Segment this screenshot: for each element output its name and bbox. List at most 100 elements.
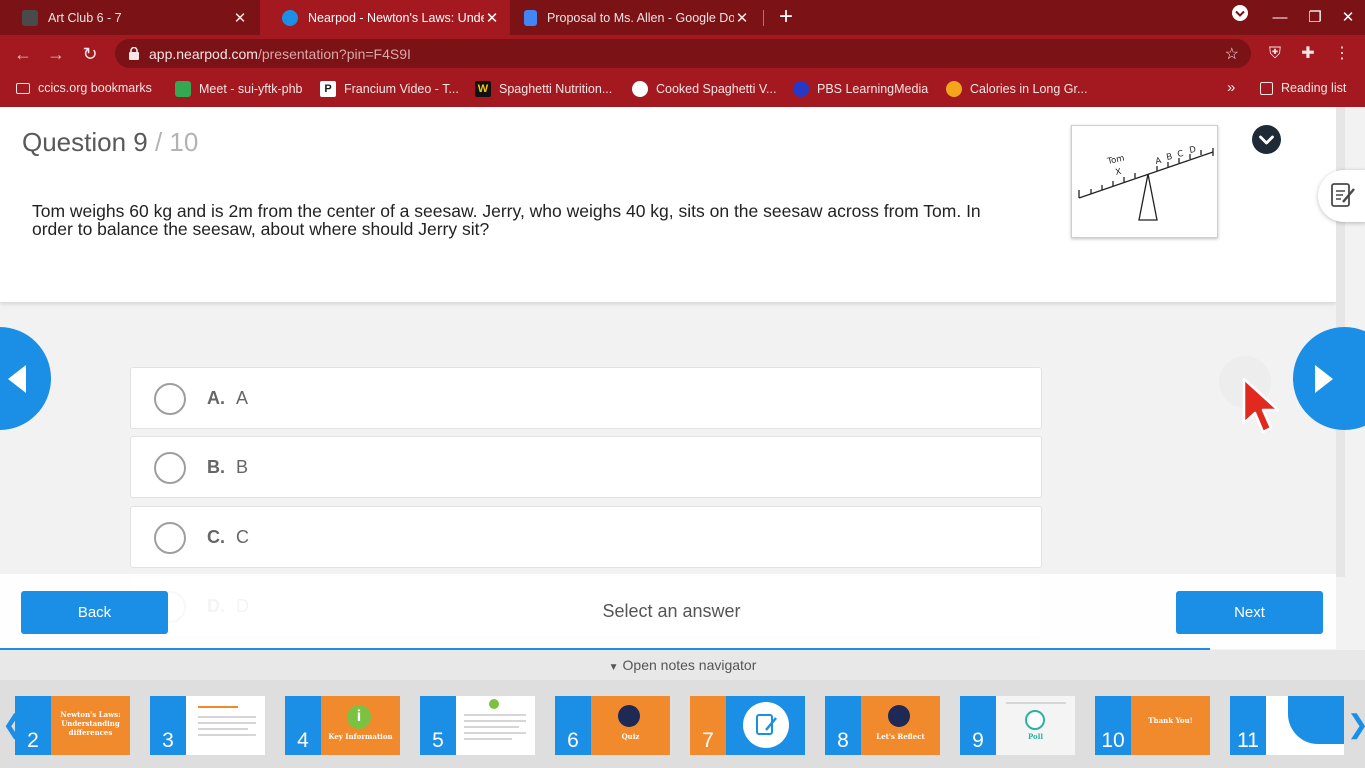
slide-number: 8 <box>837 729 849 752</box>
bookmark-label: PBS LearningMedia <box>817 82 929 96</box>
slide-thumbnail-8[interactable]: 8 Let's Reflect <box>825 696 940 755</box>
food-icon <box>946 81 962 97</box>
bookmark-star-icon[interactable]: ☆ <box>1225 44 1239 64</box>
slide-thumbnail-11[interactable]: 11 <box>1230 696 1344 755</box>
bookmark-francium[interactable]: P Francium Video - T... <box>320 81 459 97</box>
w-logo-icon: W <box>475 81 491 97</box>
slide-title: Newton's Laws: Understanding differences <box>60 710 121 737</box>
bookmark-spaghetti-nutrition[interactable]: W Spaghetti Nutrition... <box>475 81 612 97</box>
caret-down-icon: ▼ <box>608 662 619 673</box>
tab-separator <box>763 10 764 26</box>
slide-number: 7 <box>702 729 714 752</box>
bookmark-label: Francium Video - T... <box>344 82 459 96</box>
slide-number: 9 <box>972 729 984 752</box>
slide-number: 2 <box>27 729 39 752</box>
p-logo-icon: P <box>320 81 336 97</box>
bookmark-pbs[interactable]: PBS LearningMedia <box>793 81 928 97</box>
tab-strip: Art Club 6 - 7 ✕ Nearpod - Newton's Laws… <box>0 0 1365 35</box>
classroom-icon <box>22 9 38 26</box>
bookmark-label: ccics.org bookmarks <box>38 81 152 95</box>
bookmarks-overflow-button[interactable]: » <box>1227 79 1235 96</box>
mouse-cursor-icon <box>1242 377 1280 434</box>
triangle-left-icon <box>8 365 26 393</box>
strip-right-arrow-icon[interactable]: ❯ <box>1347 709 1365 740</box>
globe-icon <box>632 81 648 97</box>
close-tab-icon[interactable]: ✕ <box>232 9 248 27</box>
slide-thumbnail-strip: ❮ 2 Newton's Laws: Understanding differe… <box>0 680 1365 768</box>
slide-title: Thank You! <box>1148 716 1193 725</box>
slide-thumbnail-6[interactable]: 6 Quiz <box>555 696 670 755</box>
tab-title: Art Club 6 - 7 <box>48 10 122 25</box>
tab-title: Nearpod - Newton's Laws: Under <box>308 10 484 25</box>
notes-button[interactable] <box>1318 170 1365 222</box>
slide-thumbnail-4[interactable]: 4 i Key Information <box>285 696 400 755</box>
back-arrow-icon[interactable]: ← <box>10 41 36 67</box>
google-docs-icon <box>524 9 537 26</box>
slide-thumbnail-7-current[interactable]: 7 <box>690 696 805 755</box>
next-slide-button[interactable] <box>1293 327 1365 430</box>
forward-arrow-icon[interactable]: → <box>43 41 69 67</box>
quiz-icon <box>618 705 640 727</box>
pbs-icon <box>793 81 809 97</box>
bookmark-meet[interactable]: Meet - sui-yftk-phb <box>175 81 303 97</box>
nearpod-icon <box>282 9 298 26</box>
bookmark-label: Meet - sui-yftk-phb <box>199 82 303 96</box>
slide-thumbnail-2[interactable]: 2 Newton's Laws: Understanding differenc… <box>15 696 130 755</box>
shield-extension-icon[interactable]: ⛨ <box>1264 43 1286 65</box>
slide-title: Let's Reflect <box>876 732 925 741</box>
bookmark-label: Calories in Long Gr... <box>970 82 1088 96</box>
slide-thumbnail-9[interactable]: 9 Poll <box>960 696 1075 755</box>
option-letter: C. <box>207 527 225 547</box>
slide-title: Poll <box>1027 732 1044 741</box>
radio-button[interactable] <box>154 522 186 554</box>
slide-number: 11 <box>1237 729 1259 752</box>
lock-icon <box>129 47 139 60</box>
option-letter: B. <box>207 457 225 477</box>
bookmark-calories[interactable]: Calories in Long Gr... <box>946 81 1087 97</box>
slide-thumbnail-5[interactable]: 5 <box>420 696 535 755</box>
tom-label: Tom <box>1106 154 1126 168</box>
question-total: / 10 <box>154 127 199 157</box>
collapse-question-button[interactable] <box>1252 125 1281 154</box>
extensions-puzzle-icon[interactable]: ✚ <box>1297 43 1319 65</box>
slide-thumbnail-3[interactable]: 3 <box>150 696 265 755</box>
answer-footer: Back Select an answer Next <box>0 574 1336 649</box>
tab-nearpod[interactable]: Nearpod - Newton's Laws: Under ✕ <box>260 0 510 35</box>
tab-search-icon[interactable] <box>1223 0 1257 35</box>
reading-list-button[interactable]: Reading list <box>1260 81 1346 95</box>
back-button[interactable]: Back <box>21 591 168 634</box>
reload-icon[interactable]: ↻ <box>77 41 103 67</box>
answer-option-b[interactable]: B. B <box>130 436 1042 498</box>
radio-button[interactable] <box>154 452 186 484</box>
answer-option-c[interactable]: C. C <box>130 506 1042 568</box>
new-tab-button[interactable]: + <box>775 3 797 31</box>
browser-toolbar: ← → ↻ app.nearpod.com/presentation?pin=F… <box>0 35 1365 72</box>
close-tab-icon[interactable]: ✕ <box>734 9 750 27</box>
close-window-icon[interactable]: ✕ <box>1331 0 1365 35</box>
tab-google-docs[interactable]: Proposal to Ms. Allen - Google Do ✕ <box>510 0 760 35</box>
previous-slide-button[interactable] <box>0 327 51 430</box>
bookmark-cooked-spaghetti[interactable]: Cooked Spaghetti V... <box>632 81 776 97</box>
bookmark-label: Spaghetti Nutrition... <box>499 82 613 96</box>
next-button[interactable]: Next <box>1176 591 1323 634</box>
b-label: B <box>1166 152 1174 163</box>
x-label: X <box>1115 167 1123 178</box>
info-icon: i <box>347 705 371 729</box>
radio-button[interactable] <box>154 383 186 415</box>
menu-kebab-icon[interactable]: ⋮ <box>1331 43 1353 65</box>
close-tab-icon[interactable]: ✕ <box>484 9 500 27</box>
slide-number: 5 <box>432 729 444 752</box>
tab-title: Proposal to Ms. Allen - Google Do <box>547 10 734 25</box>
restore-icon[interactable]: ❐ <box>1298 0 1332 35</box>
minimize-icon[interactable]: — <box>1263 0 1297 35</box>
question-label: Question 9 <box>22 127 148 157</box>
open-notes-navigator-button[interactable]: ▼ Open notes navigator <box>0 650 1365 680</box>
slide-thumbnail-10[interactable]: 10 Thank You! <box>1095 696 1210 755</box>
reading-list-icon <box>1260 81 1273 95</box>
address-bar[interactable]: app.nearpod.com/presentation?pin=F4S9I ☆ <box>115 39 1251 68</box>
answer-option-a[interactable]: A. A <box>130 367 1042 429</box>
tab-art-club[interactable]: Art Club 6 - 7 ✕ <box>0 0 258 35</box>
notes-navigator-label: Open notes navigator <box>622 657 757 673</box>
bookmark-ccics[interactable]: ccics.org bookmarks <box>16 81 152 95</box>
seesaw-diagram[interactable]: Tom X A B C D <box>1071 125 1218 238</box>
